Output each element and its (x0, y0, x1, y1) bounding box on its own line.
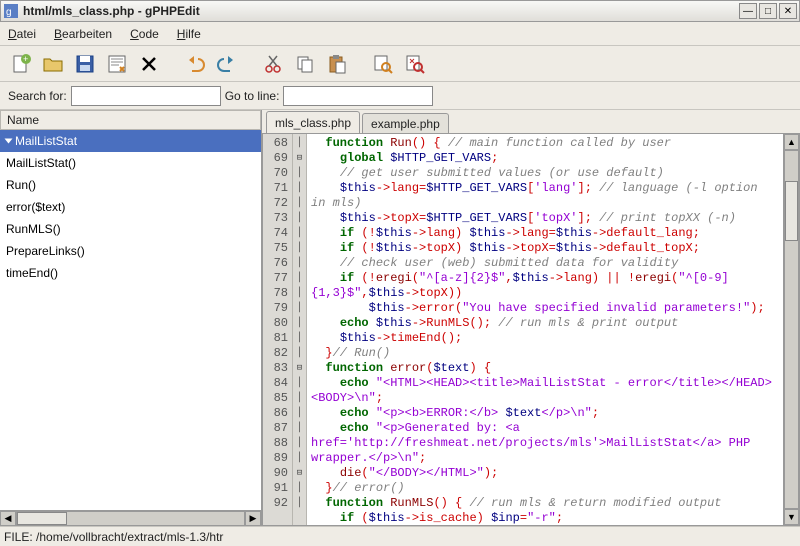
sidebar-item[interactable]: RunMLS() (0, 218, 261, 240)
saveas-button[interactable] (102, 49, 132, 79)
code-line: function Run() { // main function called… (311, 136, 779, 151)
search-input[interactable] (71, 86, 221, 106)
sidebar-item-label: Run() (6, 178, 36, 192)
scroll-left-icon[interactable]: ◀ (0, 511, 16, 526)
statusbar: FILE: /home/vollbracht/extract/mls-1.3/h… (0, 526, 800, 546)
code-line: }// error() (311, 481, 779, 496)
menu-bearbeiten[interactable]: Bearbeiten (54, 27, 112, 41)
sidebar-item[interactable]: error($text) (0, 196, 261, 218)
menu-datei[interactable]: Datei (8, 27, 36, 41)
editor-vscroll[interactable]: ▲ ▼ (783, 134, 799, 525)
sidebar-item[interactable]: Run() (0, 174, 261, 196)
line-gutter: 68 69 70 71 72 73 74 75 76 77 78 79 80 8… (263, 134, 293, 525)
code-line: if (!eregi("^[a-z]{2}$",$this->lang) || … (311, 271, 779, 301)
status-text: FILE: /home/vollbracht/extract/mls-1.3/h… (4, 530, 223, 544)
editor: mls_class.phpexample.php 68 69 70 71 72 … (262, 110, 800, 526)
sidebar-item[interactable]: MailListStat() (0, 152, 261, 174)
code-line: $this->lang=$HTTP_GET_VARS['lang']; // l… (311, 181, 779, 211)
goto-label: Go to line: (225, 89, 280, 103)
undo-button[interactable] (180, 49, 210, 79)
code-line: echo "<HTML><HEAD><title>MailListStat - … (311, 376, 779, 406)
code-line: echo "<p>Generated by: <a href='http://f… (311, 421, 779, 466)
redo-button[interactable] (212, 49, 242, 79)
svg-text:+: + (23, 54, 28, 64)
menubar: Datei Bearbeiten Code Hilfe (0, 22, 800, 46)
sidebar-header[interactable]: Name (0, 110, 261, 130)
open-button[interactable] (38, 49, 68, 79)
menu-hilfe[interactable]: Hilfe (177, 27, 201, 41)
sidebar-item-label: MailListStat (15, 134, 77, 148)
code-line: global $HTTP_GET_VARS; (311, 151, 779, 166)
sidebar-item[interactable]: PrepareLinks() (0, 240, 261, 262)
code-line: $this->error("You have specified invalid… (311, 301, 779, 316)
sidebar-item-label: PrepareLinks() (6, 244, 85, 258)
paste-button[interactable] (322, 49, 352, 79)
sidebar-hscroll[interactable]: ◀ ▶ (0, 510, 261, 526)
sidebar-item-label: error($text) (6, 200, 65, 214)
scroll-right-icon[interactable]: ▶ (245, 511, 261, 526)
expand-icon (5, 139, 13, 144)
titlebar: g html/mls_class.php - gPHPEdit — □ ✕ (0, 0, 800, 22)
scroll-down-icon[interactable]: ▼ (784, 509, 799, 525)
maximize-button[interactable]: □ (759, 3, 777, 19)
svg-text:g: g (6, 7, 12, 18)
menu-code[interactable]: Code (130, 27, 159, 41)
code-line: echo $this->RunMLS(); // run mls & print… (311, 316, 779, 331)
new-button[interactable]: + (6, 49, 36, 79)
tabs: mls_class.phpexample.php (262, 110, 800, 134)
searchbar: Search for: Go to line: (0, 82, 800, 110)
toolbar: + (0, 46, 800, 82)
code-line: if (!$this->lang) $this->lang=$this->def… (311, 226, 779, 241)
close-button[interactable]: ✕ (779, 3, 797, 19)
fold-column[interactable]: │ ⊟ │ │ │ │ │ │ │ │ │ │ │ │ │ ⊟ │ │ │ │ … (293, 134, 307, 525)
code-line: function error($text) { (311, 361, 779, 376)
scroll-thumb[interactable] (785, 181, 798, 241)
code-line: // check user (web) submitted data for v… (311, 256, 779, 271)
code-line: $this->timeEnd(); (311, 331, 779, 346)
sidebar-item[interactable]: MailListStat (0, 130, 261, 152)
window-title: html/mls_class.php - gPHPEdit (23, 4, 737, 18)
scroll-thumb[interactable] (17, 512, 67, 525)
minimize-button[interactable]: — (739, 3, 757, 19)
goto-input[interactable] (283, 86, 433, 106)
sidebar: Name MailListStat MailListStat() Run() erro… (0, 110, 262, 526)
code-line: if ($this->is_cache) $inp="-r"; (311, 511, 779, 525)
app-icon: g (3, 3, 19, 19)
replace-button[interactable] (400, 49, 430, 79)
sidebar-item-label: RunMLS() (6, 222, 61, 236)
scroll-up-icon[interactable]: ▲ (784, 134, 799, 150)
tab[interactable]: example.php (362, 113, 449, 133)
save-button[interactable] (70, 49, 100, 79)
code-line: if (!$this->topX) $this->topX=$this->def… (311, 241, 779, 256)
sidebar-list[interactable]: MailListStat MailListStat() Run() error($te… (0, 130, 261, 510)
code-area[interactable]: function Run() { // main function called… (307, 134, 783, 525)
code-line: echo "<p><b>ERROR:</b> $text</p>\n"; (311, 406, 779, 421)
code-line: function RunMLS() { // run mls & return … (311, 496, 779, 511)
code-line: $this->topX=$HTTP_GET_VARS['topX']; // p… (311, 211, 779, 226)
find-button[interactable] (368, 49, 398, 79)
code-line: die("</BODY></HTML>"); (311, 466, 779, 481)
code-line: }// Run() (311, 346, 779, 361)
code-line: // get user submitted values (or use def… (311, 166, 779, 181)
sidebar-item-label: timeEnd() (6, 266, 58, 280)
search-label: Search for: (8, 89, 67, 103)
sidebar-item-label: MailListStat() (6, 156, 76, 170)
copy-button[interactable] (290, 49, 320, 79)
close-file-button[interactable] (134, 49, 164, 79)
tab[interactable]: mls_class.php (266, 111, 360, 133)
sidebar-item[interactable]: timeEnd() (0, 262, 261, 284)
cut-button[interactable] (258, 49, 288, 79)
